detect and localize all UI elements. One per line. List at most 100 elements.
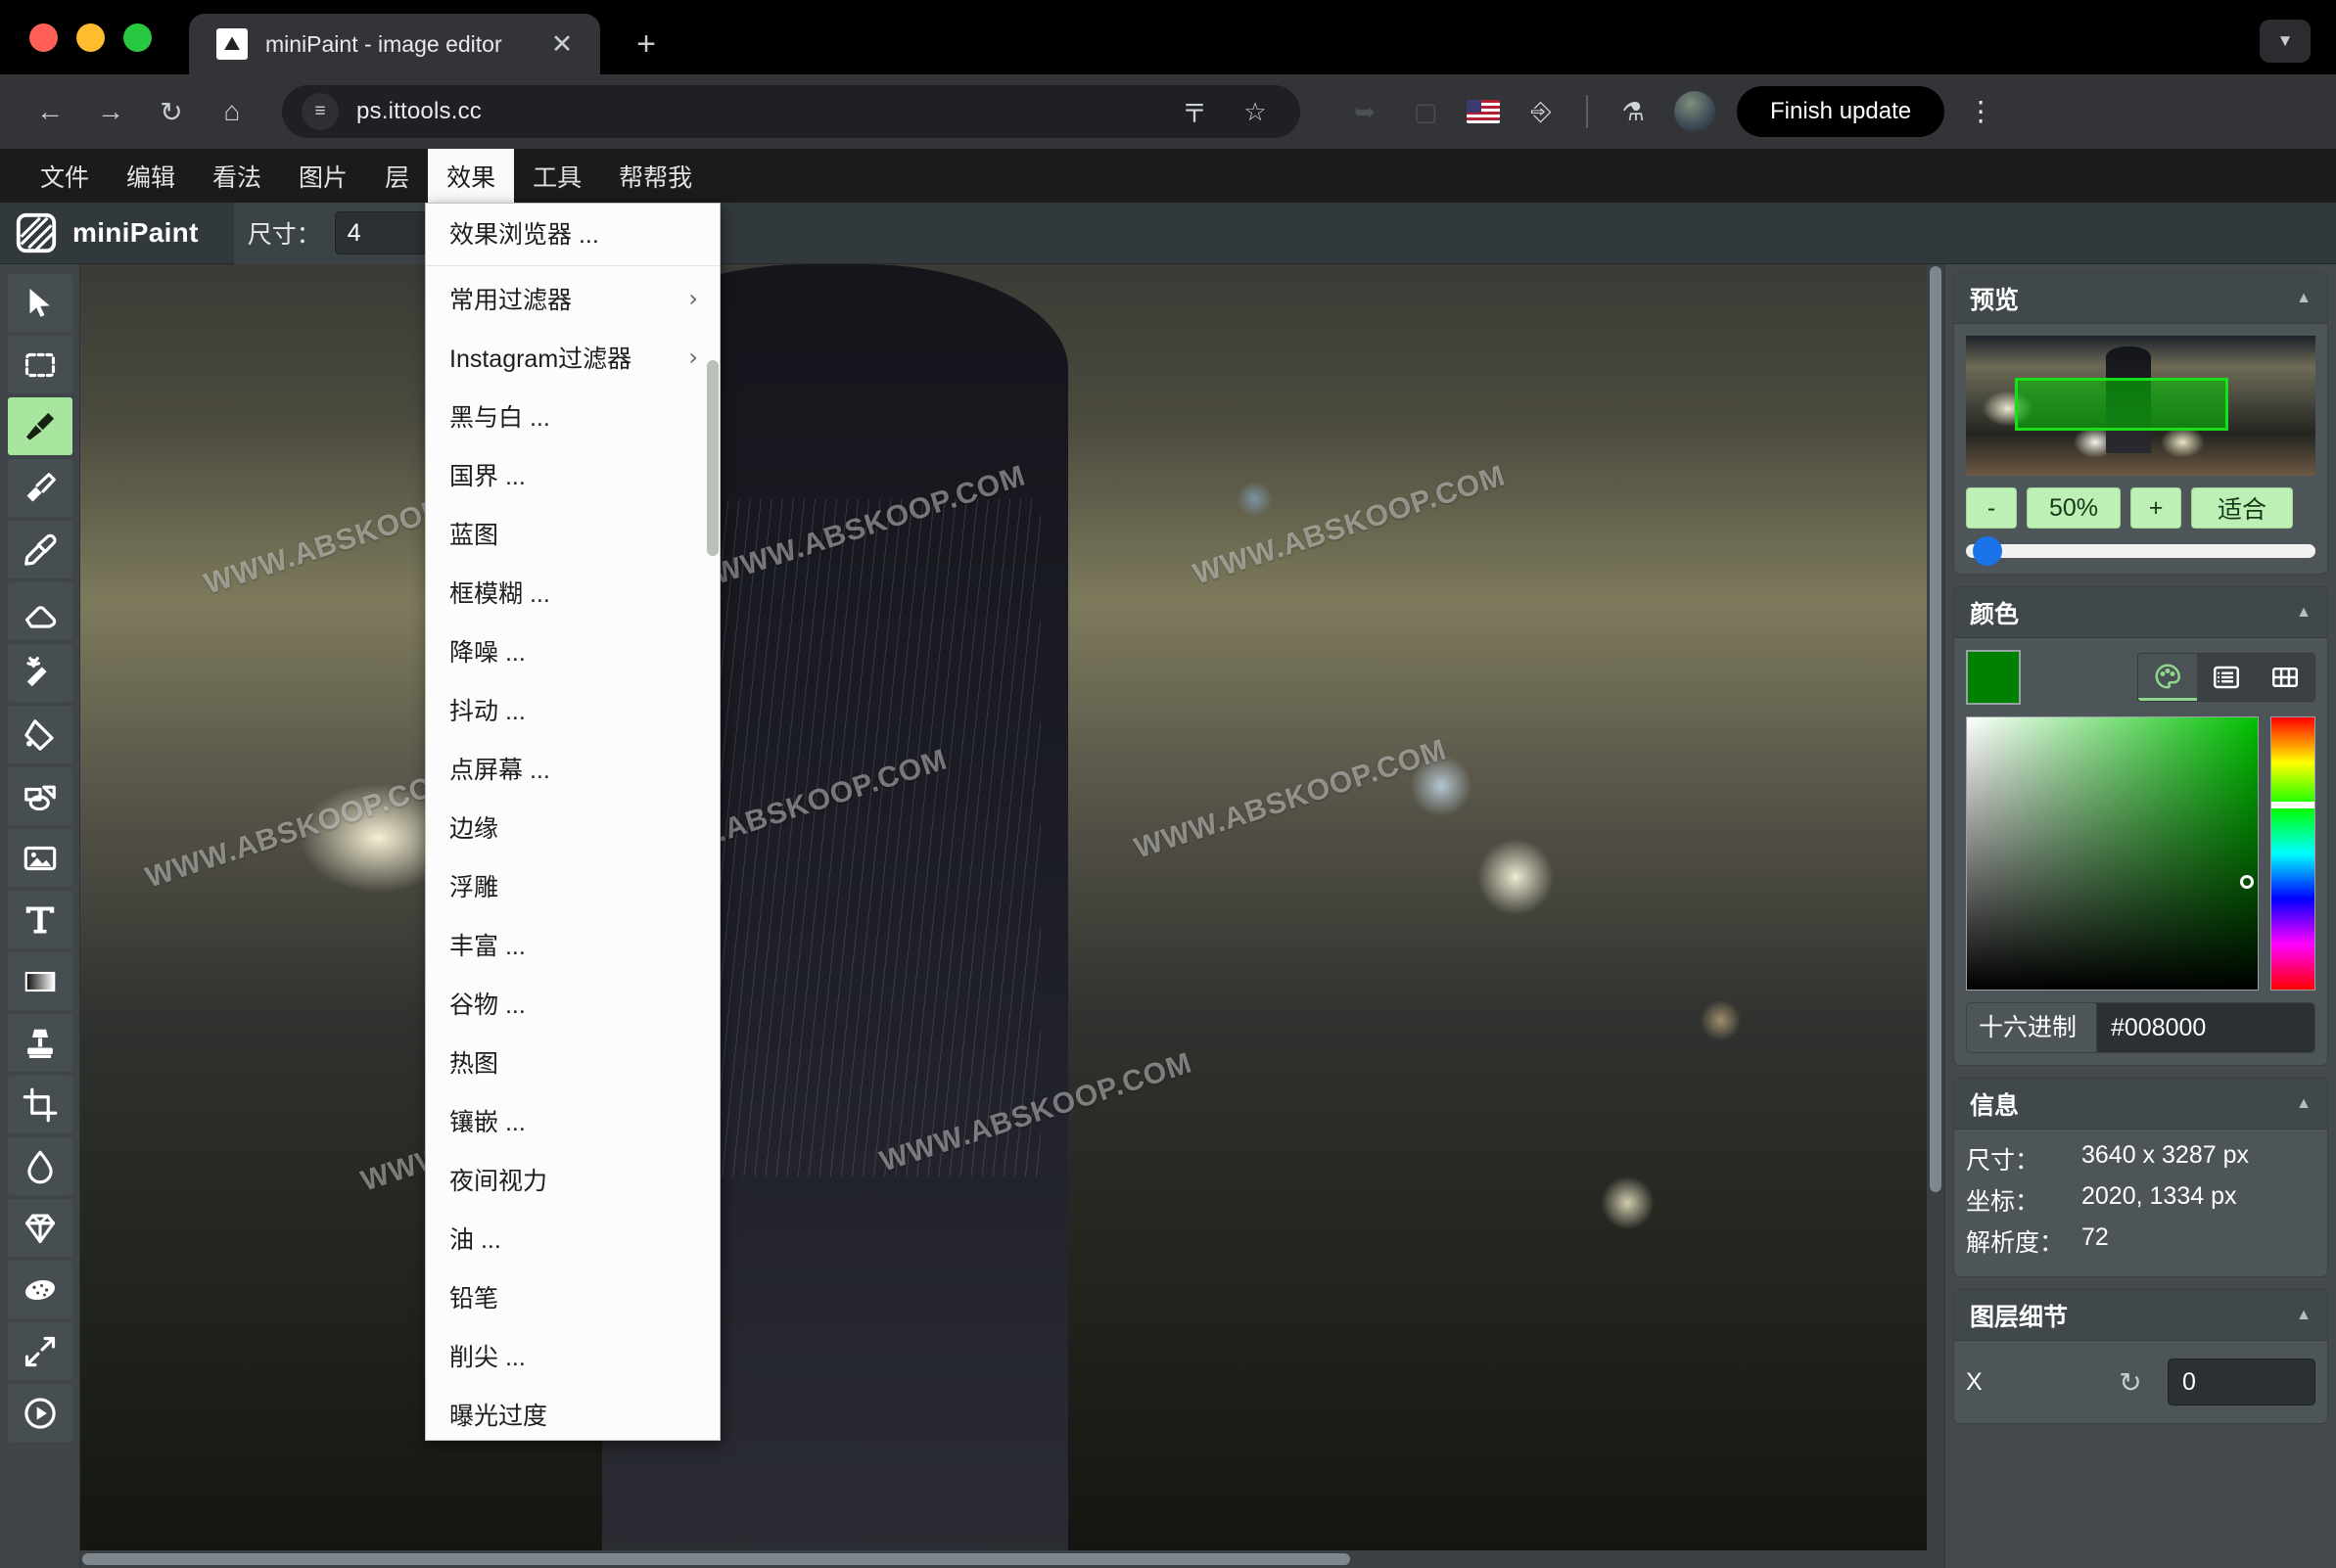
caret-up-icon[interactable]: ▲	[2296, 290, 2312, 307]
zoom-slider[interactable]	[1966, 540, 2315, 562]
menu-layer[interactable]: 层	[366, 149, 428, 203]
menu-view[interactable]: 看法	[194, 149, 280, 203]
info-panel-header[interactable]: 信息 ▲	[1954, 1079, 2327, 1130]
menu-item-effects-browser[interactable]: 效果浏览器 ...	[426, 204, 720, 262]
marquee-select-tool[interactable]	[8, 336, 72, 393]
color-panel-header[interactable]: 颜色 ▲	[1954, 587, 2327, 638]
browser-tab[interactable]: ⛰ miniPaint - image editor ✕	[189, 14, 600, 74]
caret-up-icon[interactable]: ▲	[2296, 1095, 2312, 1113]
menu-item-emboss[interactable]: 浮雕	[426, 856, 720, 915]
preview-selection-box[interactable]	[2015, 378, 2228, 431]
paint-bucket-tool[interactable]	[8, 706, 72, 763]
resize-tool[interactable]	[8, 1322, 72, 1380]
brush-tool[interactable]	[8, 397, 72, 455]
menu-item-common-filters[interactable]: 常用过滤器›	[426, 269, 720, 328]
zoom-out-button[interactable]: -	[1966, 487, 2017, 529]
reset-icon[interactable]: ↻	[2107, 1366, 2154, 1399]
menu-effects[interactable]: 效果	[428, 149, 514, 203]
labs-flask-icon[interactable]: ⚗	[1613, 92, 1653, 131]
canvas-horizontal-scrollbar[interactable]	[80, 1550, 1944, 1568]
omnibox[interactable]: ≡ ps.ittools.cc 〒 ☆	[282, 85, 1300, 138]
shape-tool[interactable]	[8, 767, 72, 825]
menu-item-heatmap[interactable]: 热图	[426, 1033, 720, 1091]
share-icon[interactable]: ➥	[1345, 92, 1384, 131]
preview-panel-header[interactable]: 预览 ▲	[1954, 273, 2327, 324]
select-pointer-tool[interactable]	[8, 274, 72, 332]
palette-icon[interactable]	[2138, 654, 2197, 701]
maximize-window-button[interactable]	[123, 23, 152, 52]
split-view-icon[interactable]: ▢	[1406, 92, 1445, 131]
home-icon[interactable]: ⌂	[206, 85, 258, 138]
magic-wand-tool[interactable]	[8, 644, 72, 702]
grid-icon[interactable]	[2256, 654, 2314, 701]
menu-item-borders[interactable]: 国界 ...	[426, 445, 720, 504]
hex-input[interactable]: #008000	[2096, 1003, 2314, 1052]
profile-avatar[interactable]	[1674, 91, 1715, 132]
clone-stamp-tool[interactable]	[8, 1014, 72, 1072]
sponge-tool[interactable]	[8, 1261, 72, 1318]
image-canvas[interactable]: WWW.ABSKOOP.COM WWW.ABSKOOP.COM WWW.ABSK…	[80, 264, 1944, 1568]
canvas-vertical-scrollbar[interactable]	[1927, 264, 1944, 1550]
close-window-button[interactable]	[29, 23, 58, 52]
close-icon[interactable]: ✕	[545, 31, 579, 58]
menu-item-box-blur[interactable]: 框模糊 ...	[426, 563, 720, 622]
minimize-window-button[interactable]	[76, 23, 105, 52]
eyedropper-tool[interactable]	[8, 521, 72, 578]
current-color-swatch[interactable]	[1966, 650, 2021, 705]
menu-edit[interactable]: 编辑	[108, 149, 194, 203]
plus-icon[interactable]: +	[624, 22, 669, 67]
kebab-menu-icon[interactable]: ⋮	[1966, 104, 1995, 120]
caret-up-icon[interactable]: ▲	[2296, 1307, 2312, 1324]
finish-update-button[interactable]: Finish update	[1737, 86, 1944, 137]
menu-item-sharpen[interactable]: 削尖 ...	[426, 1326, 720, 1385]
dropdown-scrollbar[interactable]	[707, 360, 719, 556]
zoom-in-button[interactable]: +	[2130, 487, 2181, 529]
menu-image[interactable]: 图片	[280, 149, 366, 203]
forward-arrow-icon[interactable]: →	[84, 85, 137, 138]
menu-file[interactable]: 文件	[22, 149, 108, 203]
pen-tool[interactable]	[8, 459, 72, 517]
flag-us-icon[interactable]	[1467, 100, 1500, 123]
text-tool[interactable]	[8, 891, 72, 948]
menu-item-black-and-white[interactable]: 黑与白 ...	[426, 387, 720, 445]
tune-icon[interactable]: ≡	[302, 93, 339, 130]
menu-item-grains[interactable]: 谷物 ...	[426, 974, 720, 1033]
zoom-slider-handle[interactable]	[1973, 536, 2002, 566]
menu-item-night-vision[interactable]: 夜间视力	[426, 1150, 720, 1209]
translate-icon[interactable]: 〒	[1175, 92, 1214, 131]
blur-drop-tool[interactable]	[8, 1137, 72, 1195]
chevron-down-icon[interactable]: ▼	[2260, 20, 2311, 63]
layer-details-header[interactable]: 图层细节 ▲	[1954, 1290, 2327, 1341]
gradient-tool[interactable]	[8, 952, 72, 1010]
menu-tools[interactable]: 工具	[514, 149, 600, 203]
menu-item-mosaic[interactable]: 镶嵌 ...	[426, 1091, 720, 1150]
menu-item-instagram-filters[interactable]: Instagram过滤器›	[426, 328, 720, 387]
hue-slider[interactable]	[2270, 716, 2315, 991]
menu-item-pencil[interactable]: 铅笔	[426, 1268, 720, 1326]
caret-up-icon[interactable]: ▲	[2296, 604, 2312, 622]
menu-item-dither[interactable]: 抖动 ...	[426, 680, 720, 739]
menu-item-enrich[interactable]: 丰富 ...	[426, 915, 720, 974]
zoom-fit-button[interactable]: 适合	[2191, 487, 2293, 529]
crop-tool[interactable]	[8, 1076, 72, 1133]
eraser-tool[interactable]	[8, 582, 72, 640]
menu-item-denoise[interactable]: 降噪 ...	[426, 622, 720, 680]
extensions-icon[interactable]: ⎆	[1521, 92, 1561, 131]
saturation-value-picker[interactable]	[1966, 716, 2259, 991]
menu-item-dot-screen[interactable]: 点屏幕 ...	[426, 739, 720, 798]
menu-item-blueprint[interactable]: 蓝图	[426, 504, 720, 563]
list-icon[interactable]	[2197, 654, 2256, 701]
zoom-level-value[interactable]: 50%	[2027, 487, 2121, 529]
preview-thumbnail[interactable]	[1966, 336, 2315, 476]
bookmark-star-icon[interactable]: ☆	[1236, 92, 1275, 131]
reload-icon[interactable]: ↻	[145, 85, 198, 138]
menu-item-edge[interactable]: 边缘	[426, 798, 720, 856]
sharpen-diamond-tool[interactable]	[8, 1199, 72, 1257]
animation-play-tool[interactable]	[8, 1384, 72, 1442]
menu-item-oil[interactable]: 油 ...	[426, 1209, 720, 1268]
layer-x-input[interactable]: 0	[2168, 1359, 2315, 1406]
menu-help[interactable]: 帮帮我	[600, 149, 711, 203]
media-image-tool[interactable]	[8, 829, 72, 887]
back-arrow-icon[interactable]: ←	[23, 85, 76, 138]
menu-item-solarize[interactable]: 曝光过度	[426, 1385, 720, 1441]
